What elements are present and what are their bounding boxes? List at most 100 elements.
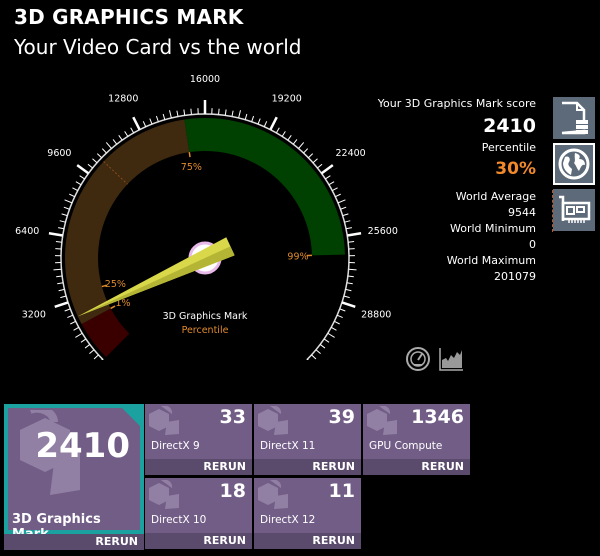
- minor-tick: [73, 326, 80, 331]
- tile-value: 33: [219, 406, 246, 428]
- minor-tick: [63, 206, 70, 210]
- tile-label: DirectX 9: [151, 440, 200, 452]
- rerun-button[interactable]: RERUN: [145, 459, 252, 475]
- minor-tick: [149, 118, 153, 125]
- minor-tick: [101, 148, 107, 154]
- world-maximum-value: 201079: [494, 270, 536, 283]
- tile-directx-10[interactable]: 18 DirectX 10 RERUN: [145, 478, 252, 549]
- tile-value: 2410: [35, 426, 130, 466]
- minor-tick: [57, 282, 64, 285]
- gauge-needle: [77, 237, 235, 317]
- world-average-label: World Average: [455, 190, 536, 203]
- tile-value: 1346: [411, 406, 464, 428]
- gauge-tick-label: 19200: [272, 94, 302, 105]
- minor-tick: [155, 115, 159, 122]
- minor-tick: [190, 108, 192, 115]
- minor-tick: [87, 163, 93, 169]
- speedometer-icon[interactable]: [405, 346, 431, 372]
- hardware-button[interactable]: [553, 189, 595, 231]
- tile-label: GPU Compute: [369, 440, 443, 452]
- tile-directx-11[interactable]: 39 DirectX 11 RERUN: [254, 404, 361, 475]
- minor-tick: [343, 295, 350, 299]
- minor-tick: [105, 142, 112, 149]
- minor-tick: [124, 131, 129, 137]
- minor-tick: [176, 110, 179, 117]
- minor-tick: [311, 354, 317, 360]
- cubes-icon: [258, 480, 288, 509]
- video-card-icon: [559, 195, 591, 223]
- tile-gpu-compute[interactable]: 1346 GPU Compute RERUN: [363, 404, 470, 475]
- minor-tick: [292, 139, 298, 145]
- rerun-button[interactable]: RERUN: [254, 459, 361, 475]
- minor-tick: [58, 288, 65, 292]
- minor-tick: [308, 153, 314, 159]
- minor-tick: [183, 109, 186, 116]
- minor-tick: [336, 314, 343, 319]
- tile-value: 18: [219, 480, 246, 502]
- minor-tick: [244, 113, 248, 120]
- minor-tick: [275, 127, 280, 134]
- minor-tick: [334, 320, 340, 325]
- minor-tick: [64, 199, 73, 204]
- rerun-button[interactable]: RERUN: [254, 533, 361, 549]
- minor-tick: [224, 109, 227, 116]
- minor-tick: [238, 110, 241, 119]
- minor-tick: [327, 332, 335, 338]
- minor-tick: [92, 158, 98, 164]
- minor-tick: [330, 326, 337, 331]
- minor-tick: [69, 193, 75, 198]
- minor-tick: [339, 308, 346, 312]
- world-minimum-value: 0: [529, 238, 536, 251]
- major-tick: [76, 164, 90, 175]
- rerun-button[interactable]: RERUN: [145, 533, 252, 549]
- minor-tick: [60, 295, 67, 299]
- cubes-icon: [149, 480, 179, 509]
- tile-label: DirectX 11: [260, 440, 316, 452]
- area-chart-icon[interactable]: [438, 346, 464, 372]
- percentile-label: 75%: [181, 162, 202, 173]
- minor-tick: [298, 142, 305, 149]
- cubes-icon: [367, 406, 397, 435]
- minor-tick: [345, 288, 352, 292]
- rerun-button[interactable]: RERUN: [4, 534, 144, 550]
- rerun-button[interactable]: RERUN: [363, 459, 470, 475]
- percentile-label: 25%: [105, 279, 126, 290]
- minor-tick: [75, 181, 82, 186]
- major-tick: [54, 301, 69, 309]
- score-summary: Your 3D Graphics Mark score 2410 Percent…: [326, 96, 536, 285]
- tile-3d-graphics-mark[interactable]: 2410 3D Graphics Mark RERUN: [4, 404, 144, 550]
- minor-tick: [142, 121, 147, 127]
- major-tick: [48, 232, 63, 237]
- tile-label: DirectX 12: [260, 514, 316, 526]
- gauge-tick-label: 9600: [47, 148, 71, 159]
- major-tick: [269, 116, 278, 131]
- gauge-tick-label: 6400: [15, 226, 39, 237]
- minor-tick: [251, 115, 255, 122]
- tile-label: DirectX 10: [151, 514, 207, 526]
- minor-tick: [317, 163, 323, 169]
- tile-directx-9[interactable]: 33 DirectX 9 RERUN: [145, 404, 252, 475]
- minor-tick: [218, 108, 220, 115]
- minor-tick: [70, 320, 76, 325]
- minor-tick: [61, 213, 68, 217]
- gauge-tick-label: 3200: [22, 310, 46, 321]
- gauge-tick-label: 28800: [361, 310, 391, 321]
- tile-value: 39: [328, 406, 355, 428]
- document-database-icon: [561, 101, 588, 135]
- minor-tick: [96, 153, 102, 159]
- minor-tick: [58, 227, 65, 230]
- minor-tick: [231, 110, 234, 117]
- minor-tick: [59, 220, 66, 223]
- minor-tick: [93, 354, 99, 360]
- minor-tick: [287, 134, 292, 141]
- minor-tick: [72, 187, 78, 192]
- minor-tick: [315, 349, 321, 354]
- world-button[interactable]: [553, 143, 595, 185]
- minor-tick: [118, 134, 123, 141]
- details-button[interactable]: [553, 97, 595, 139]
- tile-directx-12[interactable]: 11 DirectX 12 RERUN: [254, 478, 361, 549]
- minor-tick: [323, 338, 330, 343]
- gauge-center-label: 3D Graphics Mark: [163, 311, 248, 322]
- minor-tick: [312, 158, 318, 164]
- minor-tick: [169, 110, 172, 119]
